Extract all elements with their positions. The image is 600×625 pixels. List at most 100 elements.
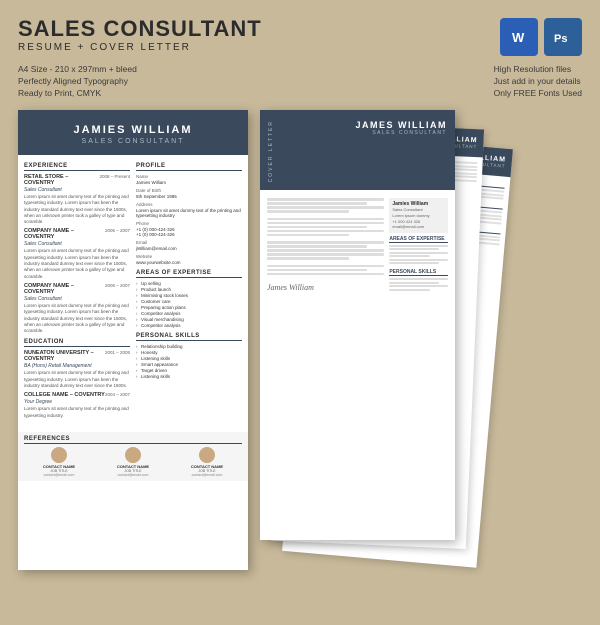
skill-3: Listening skills (136, 356, 242, 361)
info-size: A4 Size - 210 x 297mm + bleed (18, 64, 137, 74)
edu-1-date: 2001 – 2005 (105, 350, 130, 355)
resume-body: EXPERIENCE 2008 – Present RETAIL STORE –… (18, 155, 248, 430)
profile-email-label: Email (136, 240, 242, 245)
expertise-title: AREAS OF EXPERTISE (136, 270, 242, 278)
cover-skills-title: PERSONAL SKILLS (389, 269, 448, 276)
ref-card-1: CONTACT NAME JOB TITLE contact@email.com (24, 447, 94, 477)
edu-1-text: Lorem ipsum sit amet dummy text of the p… (24, 370, 130, 389)
page-container: SALES CONSULTANT RESUME + COVER LETTER W… (0, 0, 600, 625)
job-2-date: 2006 – 2007 (105, 228, 130, 233)
resume-document: JAMIES WILLIAM SALES CONSULTANT EXPERIEN… (18, 110, 248, 570)
profile-title: PROFILE (136, 163, 242, 171)
avatar-3-svg (199, 447, 215, 463)
profile-email-value: jWilliam@email.com (136, 246, 242, 251)
skill-6: Listening skills (136, 374, 242, 379)
cover-main: James William (267, 198, 384, 295)
cover-sender-block: Jamies William Sales ConsultantLorem ips… (389, 198, 448, 232)
edu-1: 2001 – 2005 NUNEATON UNIVERSITY – COVENT… (24, 350, 130, 389)
expertise-7: Visual merchandising (136, 317, 242, 322)
cover-side-section: AREAS OF EXPERTISE (389, 236, 448, 265)
ref-cards: CONTACT NAME JOB TITLE contact@email.com… (24, 447, 242, 477)
job-3-title: Sales Consultant (24, 296, 130, 302)
edu-2-degree: Your Degree (24, 399, 130, 405)
ps-icon[interactable]: Ps (544, 18, 582, 56)
info-details: Just add in your details (494, 76, 582, 86)
references-section: REFERENCES CONTACT NAME JOB TITLE contac… (18, 432, 248, 481)
expertise-6: Competitor analysis (136, 311, 242, 316)
resume-name: JAMIES WILLIAM (28, 124, 238, 136)
edu-1-degree: BA (Hons) Retail Management (24, 363, 130, 369)
ref-3-contact: contact@email.com (192, 473, 223, 477)
ref-avatar-3 (199, 447, 215, 463)
cover-text-1 (267, 198, 384, 213)
cover-signature-block: James William (267, 280, 384, 295)
job-1-date: 2008 – Present (99, 174, 130, 179)
profile-address-value: Lorem ipsum sit amet dummy text of the p… (136, 208, 242, 218)
profile-name-label: Name (136, 174, 242, 179)
content-area: JAMIES WILLIAM SALES CONSULTANT EXPERIEN… (18, 110, 582, 570)
expertise-2: Product launch (136, 287, 242, 292)
cover-role: SALES CONSULTANT (356, 130, 448, 136)
ref-card-2: CONTACT NAME JOB TITLE contact@email.com (98, 447, 168, 477)
subtitle: RESUME + COVER LETTER (18, 42, 262, 53)
profile-address-label: Address (136, 202, 242, 207)
avatar-1-svg (51, 447, 67, 463)
edu-2-date: 2004 – 2007 (105, 392, 130, 397)
job-1: 2008 – Present RETAIL STORE – COVENTRY S… (24, 174, 130, 225)
cover-name: JAMES WILLIAM (356, 120, 448, 130)
header-icons: W Ps (500, 18, 582, 56)
cover-letter-label: COVER LETTER (268, 120, 274, 182)
ref-avatar-1 (51, 447, 67, 463)
profile-website-label: Website (136, 254, 242, 259)
job-2-title: Sales Consultant (24, 241, 130, 247)
svg-text:W: W (512, 30, 525, 45)
references-title: REFERENCES (24, 436, 242, 444)
job-2-text: Lorem ipsum sit amet dummy text of the p… (24, 248, 130, 279)
ref-2-contact: contact@email.com (118, 473, 149, 477)
skill-5: Target driven (136, 368, 242, 373)
resume-right-col: PROFILE Name Jamies William Date of Birt… (136, 163, 242, 422)
ref-card-3: CONTACT NAME JOB TITLE contact@email.com (172, 447, 242, 477)
ref-avatar-2 (125, 447, 141, 463)
cover-letter-front: COVER LETTER JAMES WILLIAM SALES CONSULT… (260, 110, 455, 540)
cover-name-block: JAMES WILLIAM SALES CONSULTANT (356, 120, 448, 136)
ref-1-contact: contact@email.com (44, 473, 75, 477)
word-icon[interactable]: W (500, 18, 538, 56)
profile-dob-label: Date of Birth (136, 188, 242, 193)
profile-website-value: www.yourwebsite.com (136, 260, 242, 265)
word-svg: W (508, 26, 530, 48)
profile-dob-value: 5th September 1985 (136, 194, 242, 199)
resume-doc-header: JAMIES WILLIAM SALES CONSULTANT (18, 110, 248, 155)
profile-phone-label: Phone (136, 221, 242, 226)
expertise-8: Competitor analysis (136, 323, 242, 328)
cover-stack: JAMES WILLIAM SALES CONSULTANT EXPERIENC… (260, 110, 582, 570)
info-right: High Resolution files Just add in your d… (494, 64, 582, 98)
svg-text:Ps: Ps (554, 33, 567, 45)
expertise-4: Customer care (136, 299, 242, 304)
edu-2-text: Lorem ipsum sit amet dummy text of the p… (24, 406, 130, 419)
cover-text-2 (267, 218, 384, 237)
job-2: 2006 – 2007 COMPANY NAME – COVENTRY Sale… (24, 228, 130, 279)
job-1-text: Lorem ipsum sit amet dummy text of the p… (24, 194, 130, 225)
cover-header: COVER LETTER JAMES WILLIAM SALES CONSULT… (260, 110, 455, 190)
info-fonts: Only FREE Fonts Used (494, 88, 582, 98)
cover-side: Jamies William Sales ConsultantLorem ips… (389, 198, 448, 295)
info-left: A4 Size - 210 x 297mm + bleed Perfectly … (18, 64, 137, 98)
cover-body: James William Jamies William Sales Consu… (260, 190, 455, 303)
cover-sender-detail: Sales ConsultantLorem ipsum dummy+1 000 … (392, 207, 445, 229)
cover-expertise-title: AREAS OF EXPERTISE (389, 236, 448, 243)
info-resolution: High Resolution files (494, 64, 582, 74)
resume-left-col: EXPERIENCE 2008 – Present RETAIL STORE –… (24, 163, 130, 422)
job-3: 2006 – 2007 COMPANY NAME – COVENTRY Sale… (24, 283, 130, 334)
cover-skills-section: PERSONAL SKILLS (389, 269, 448, 291)
cover-text-3 (267, 241, 384, 260)
skill-2: Honesty (136, 350, 242, 355)
info-bar: A4 Size - 210 x 297mm + bleed Perfectly … (18, 64, 582, 98)
cover-signature: James William (267, 283, 314, 292)
info-print: Ready to Print, CMYK (18, 88, 137, 98)
resume-role: SALES CONSULTANT (28, 138, 238, 145)
ps-svg: Ps (552, 26, 574, 48)
skill-1: Relationship building (136, 344, 242, 349)
profile-name-value: Jamies William (136, 180, 242, 185)
job-3-date: 2006 – 2007 (105, 283, 130, 288)
